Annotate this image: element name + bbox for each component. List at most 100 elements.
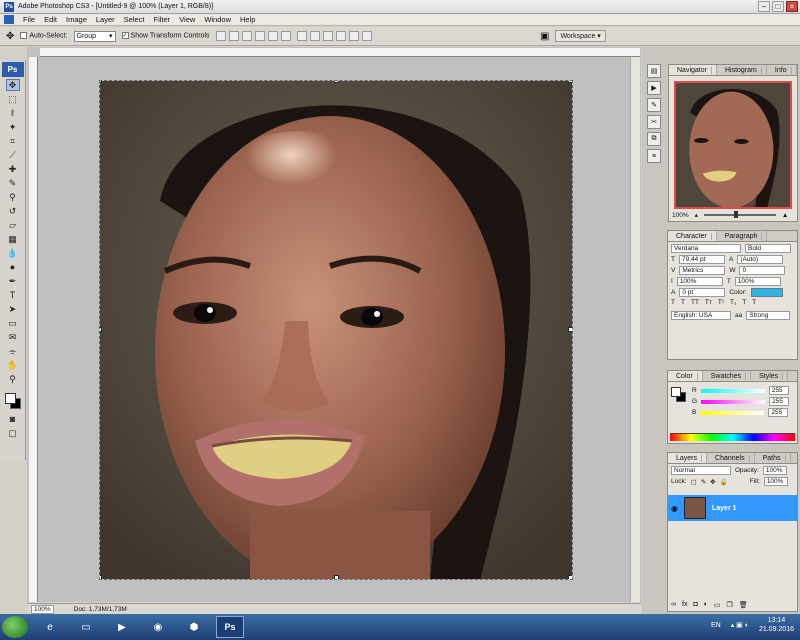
slice-tool-icon[interactable]: ⟋ [6,149,20,161]
faux-italic-icon[interactable]: T [681,299,685,306]
color-ramp[interactable] [670,433,795,441]
move-tool-icon[interactable]: ✥ [6,31,14,42]
leading-field[interactable]: (Auto) [737,255,784,264]
faux-bold-icon[interactable]: T [671,299,675,306]
dodge-tool-icon[interactable]: ● [6,261,20,273]
vertical-ruler[interactable] [29,57,38,602]
clone-source-icon[interactable]: ⧉ [647,132,661,146]
distribute-left-icon[interactable] [335,31,346,41]
minimize-button[interactable]: – [758,1,770,12]
layer-comps-icon[interactable]: ≡ [647,149,661,163]
align-right-icon[interactable] [280,31,291,41]
align-top-icon[interactable] [215,31,226,41]
maximize-button[interactable]: □ [772,1,784,12]
font-style-select[interactable]: Bold [745,244,791,253]
menu-window[interactable]: Window [204,15,231,24]
blend-mode-select[interactable]: Normal [671,466,731,475]
fill-field[interactable]: 100% [763,477,788,486]
underline-icon[interactable]: T [742,299,746,306]
folder-icon[interactable]: ▭ [72,616,100,638]
tab-navigator[interactable]: Navigator [669,65,717,75]
distribute-top-icon[interactable] [296,31,307,41]
gradient-tool-icon[interactable]: ▦ [6,233,20,245]
transform-handle[interactable] [100,327,102,332]
distribute-right-icon[interactable] [361,31,372,41]
brush-tool-icon[interactable]: ✎ [6,177,20,189]
b-slider[interactable] [700,410,765,415]
lock-pixels-icon[interactable]: ✎ [701,478,706,486]
tracking-field[interactable]: 0 [739,266,786,275]
lock-transparency-icon[interactable]: ▢ [691,478,697,486]
transform-handle[interactable] [568,575,572,579]
trash-icon[interactable]: 🗑 [739,601,748,609]
g-slider[interactable] [701,399,766,404]
start-button[interactable] [2,616,28,638]
subscript-icon[interactable]: T₁ [730,299,736,306]
adjustment-layer-icon[interactable]: ◐ [704,601,708,609]
strikethrough-icon[interactable]: T [752,299,756,306]
notes-tool-icon[interactable]: ✉ [6,331,20,343]
opacity-field[interactable]: 100% [762,466,787,475]
blur-tool-icon[interactable]: 💧 [6,247,20,259]
small-caps-icon[interactable]: Tт [705,299,712,306]
close-button[interactable]: × [786,1,798,12]
color-swatches[interactable] [3,391,23,411]
move-tool-icon[interactable]: ✥ [5,79,20,91]
tray-icons[interactable]: ▴ ▣ ◐ [731,621,749,629]
language-indicator[interactable]: EN [711,622,721,629]
eyedropper-tool-icon[interactable]: ⌯ [6,345,20,357]
tab-character[interactable]: Character [668,231,717,241]
doc-size[interactable]: Doc: 1,73M/1,73M [74,606,127,613]
tab-channels[interactable]: Channels [707,453,755,463]
pen-tool-icon[interactable]: ✒ [6,275,20,287]
vertical-scrollbar[interactable] [630,57,640,602]
show-transform-checkbox[interactable]: Show Transform Controls [121,32,210,40]
lasso-tool-icon[interactable]: ℓ [6,107,20,119]
anti-alias-select[interactable]: Strong [746,311,791,320]
new-layer-icon[interactable]: ❐ [727,601,733,609]
menu-filter[interactable]: Filter [154,15,171,24]
network-app-icon[interactable]: ⬢ [180,616,208,638]
media-player-icon[interactable]: ▶ [108,616,136,638]
link-layers-icon[interactable]: ∞ [671,601,676,609]
zoom-out-icon[interactable]: ▴ [695,211,698,219]
distribute-bottom-icon[interactable] [322,31,333,41]
chrome-icon[interactable]: ◉ [144,616,172,638]
tool-presets-icon[interactable]: ✎ [647,98,661,112]
g-field[interactable]: 255 [769,397,790,406]
navigator-thumbnail[interactable] [674,81,792,209]
all-caps-icon[interactable]: TT [691,299,699,306]
transform-handle[interactable] [568,81,572,83]
ps-badge[interactable]: Ps [1,62,24,77]
transform-handle[interactable] [334,575,339,579]
crop-tool-icon[interactable]: ⌗ [6,135,20,147]
clone-stamp-tool-icon[interactable]: ⚲ [6,191,20,203]
navigator-zoom[interactable]: 100% [672,212,689,219]
horizontal-scale-field[interactable]: 100% [734,277,781,286]
history-icon[interactable]: ▤ [647,64,661,78]
shape-tool-icon[interactable]: ▭ [6,317,20,329]
align-middle-icon[interactable] [228,31,239,41]
tab-histogram[interactable]: Histogram [717,65,767,75]
zoom-field[interactable]: 100% [31,604,54,614]
auto-select-checkbox[interactable]: Auto-Select: [20,32,68,40]
vertical-scale-field[interactable]: 100% [676,277,723,286]
tab-paths[interactable]: Paths [755,453,791,463]
brushes-icon[interactable]: ✂ [647,115,661,129]
r-field[interactable]: 255 [768,386,789,395]
screen-mode-icon[interactable]: ▢ [6,427,20,439]
tab-paragraph[interactable]: Paragraph [717,231,768,241]
tab-swatches[interactable]: Swatches [703,371,752,381]
distribute-center-icon[interactable] [309,31,320,41]
align-center-icon[interactable] [267,31,278,41]
language-select[interactable]: English: USA [671,311,731,320]
hand-tool-icon[interactable]: ✋ [6,359,20,371]
menu-edit[interactable]: Edit [44,15,57,24]
font-size-field[interactable]: 79,44 pt [678,255,725,264]
foreground-color-chip[interactable] [671,387,681,397]
zoom-tool-icon[interactable]: ⚲ [6,373,20,385]
menu-file[interactable]: File [23,15,35,24]
r-slider[interactable] [700,388,765,393]
horizontal-ruler[interactable] [40,48,640,57]
internet-explorer-icon[interactable]: e [36,616,64,638]
